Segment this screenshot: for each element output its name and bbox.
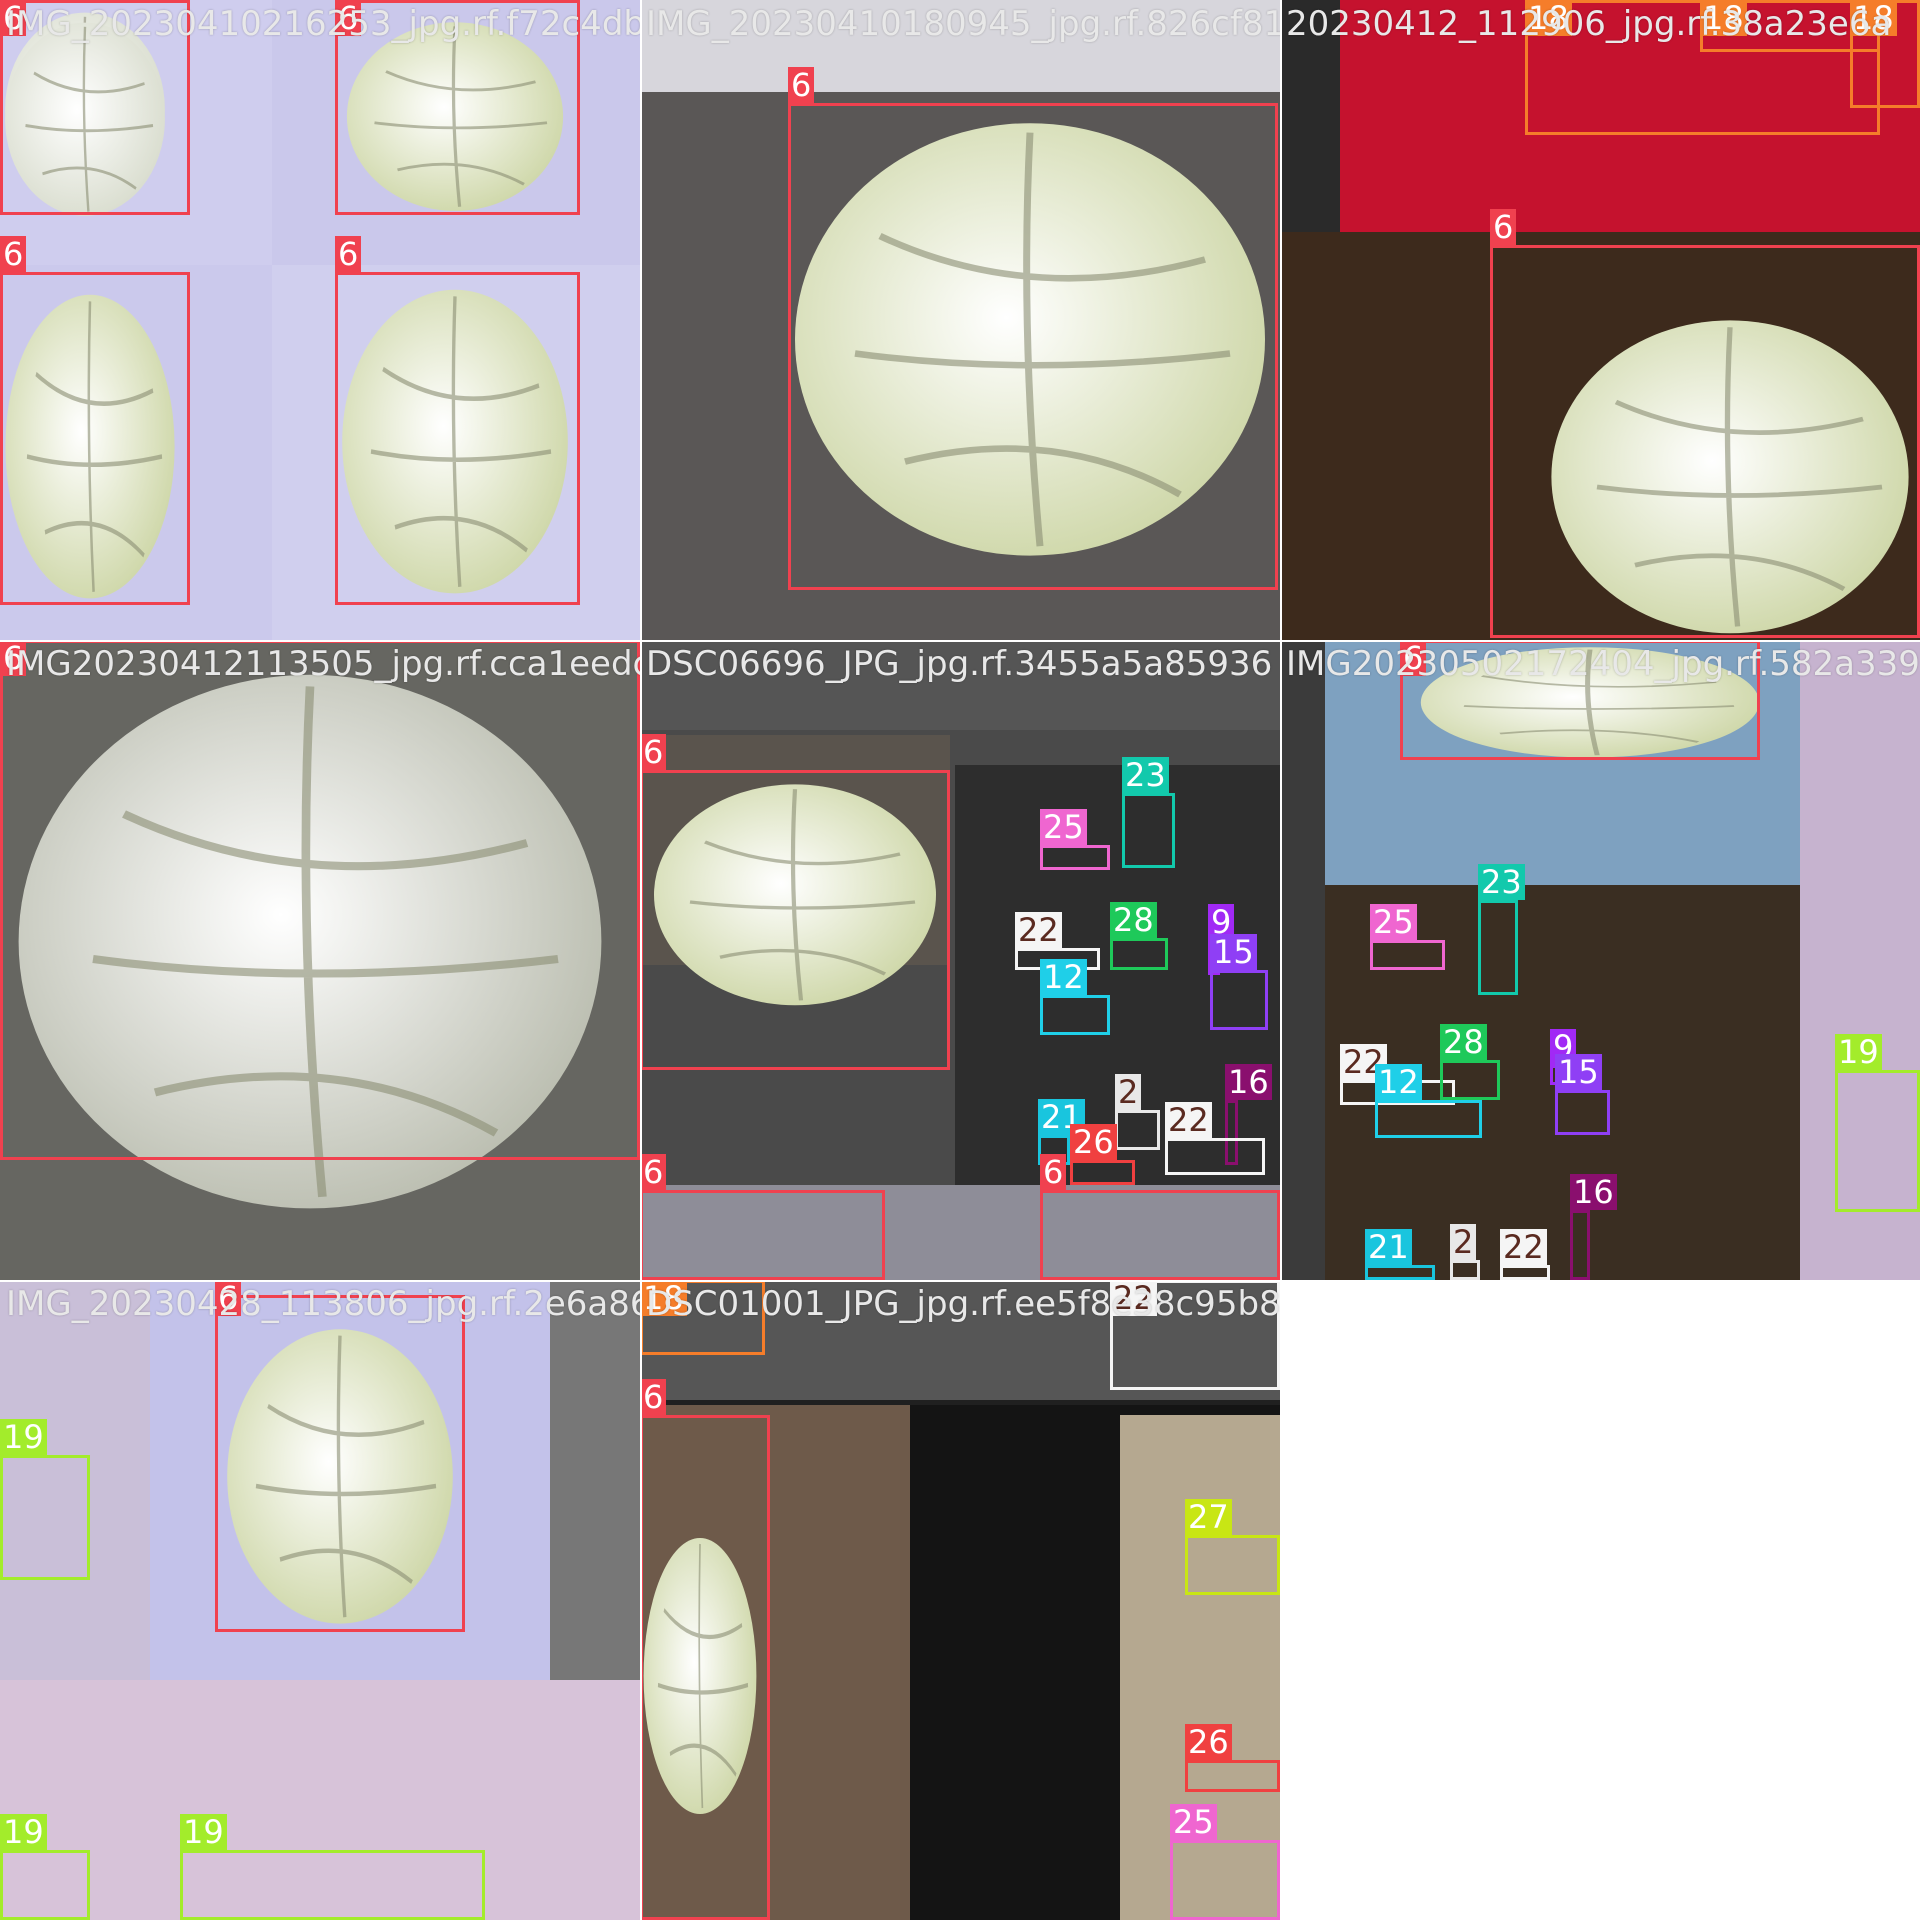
class-label: 22 [1500,1229,1547,1265]
bounding-box [1210,970,1268,1030]
class-label: 25 [1170,1804,1217,1840]
image-filename: IMG_20230428_113806_jpg.rf.2e6a86 [6,1284,640,1324]
bounding-box [1490,245,1920,638]
tile-2: 6 IMG_20230410180945_jpg.rf.826cf81e [640,0,1280,640]
bounding-box [0,640,640,1160]
class-label: 26 [1070,1124,1117,1160]
class-label: 19 [1835,1034,1882,1070]
class-label: 23 [1478,864,1525,900]
bounding-box [1185,1535,1280,1595]
tile-6: 6 23 25 22 28 9 15 12 16 21 2 22 19 IMG20230502172404… [1280,640,1920,1280]
tile-1: 6 6 6 6 IMG_20230410216253_jpg.rf.f72c4db [0,0,640,640]
class-label: 6 [335,236,362,272]
class-label: 21 [1365,1229,1412,1265]
bounding-box [335,272,580,605]
class-label: 23 [1122,757,1169,793]
class-label: 26 [1185,1724,1232,1760]
class-label: 6 [0,236,27,272]
class-label: 15 [1210,934,1257,970]
class-label: 15 [1555,1054,1602,1090]
class-label: 19 [0,1814,47,1850]
bounding-box [1450,1260,1480,1280]
bounding-box [640,770,950,1070]
bounding-box [1040,995,1110,1035]
mosaic-piece [550,1280,640,1680]
class-label: 2 [1450,1224,1477,1260]
bounding-box [640,1190,885,1280]
bounding-box [0,272,190,605]
tile-8: 1816226272625DSC01001_JPG_jpg.rf.ee5f8e3… [640,1280,1280,1920]
bounding-box [0,1850,90,1920]
tile-divider [640,1280,642,1920]
class-label: 25 [1040,809,1087,845]
bounding-box [1040,1190,1280,1280]
class-label: 6 [1490,209,1517,245]
bounding-box [1570,1210,1590,1280]
image-filename: IMG20230502172404_jpg.rf.582a339 [1286,644,1920,684]
class-label: 6 [1040,1154,1067,1190]
image-filename: IMG_20230410180945_jpg.rf.826cf81e [646,4,1280,44]
class-label: 16 [1225,1064,1272,1100]
tile-divider [0,640,1920,642]
class-label: 6 [788,67,815,103]
class-label: 16 [1570,1174,1617,1210]
bounding-box [1500,1265,1550,1280]
bounding-box [1115,1110,1160,1150]
tile-5: 6 23 25 22 28 9 15 12 16 21 2 22 26 6 6 DSC06696_JPG_jp… [640,640,1280,1280]
image-filename: IMG20230412113505_jpg.rf.cca1eedca56f6b [6,644,640,684]
bounding-box [180,1850,485,1920]
class-label: 22 [1015,912,1062,948]
image-filename: DSC06696_JPG_jpg.rf.3455a5a85936 [646,644,1273,684]
bounding-box [1122,793,1175,868]
bounding-box [1370,940,1445,970]
tile-3: 18 18 18 6 20230412_112906_jpg.rf.38a23e6a [1280,0,1920,640]
image-filename: IMG_20230410216253_jpg.rf.f72c4db [6,4,640,44]
class-label: 6 [640,1154,667,1190]
class-label: 28 [1440,1024,1487,1060]
bounding-box [1185,1760,1280,1792]
detection-mosaic: 6 6 6 6 IMG_20230410216253_jpg.rf.f72c4db 6I… [0,0,1920,1920]
class-label: 6 [640,1379,667,1415]
bounding-box [1365,1265,1435,1280]
bounding-box [1440,1060,1500,1100]
class-label: 19 [0,1419,47,1455]
class-label: 19 [180,1814,227,1850]
class-label: 28 [1110,902,1157,938]
bounding-box [1165,1138,1265,1175]
bounding-box [640,1415,770,1920]
class-label: 2 [1115,1074,1142,1110]
bounding-box [788,103,1278,590]
bounding-box [1110,938,1168,970]
bounding-box [215,1295,465,1632]
class-label: 12 [1040,959,1087,995]
bounding-box [1478,900,1518,995]
class-label: 25 [1370,904,1417,940]
bounding-box [0,1455,90,1580]
class-label: 22 [1165,1102,1212,1138]
tile-7: 6 19 19 19 IMG_20230428_113806_jpg.rf.2e6a86 [0,1280,640,1920]
tile-4: 6IMG20230412113505_jpg.rf.cca1eedca56f6b [0,640,640,1280]
class-label: 12 [1375,1064,1422,1100]
bounding-box [1835,1070,1920,1212]
image-filename: DSC01001_JPG_jpg.rf.ee5f8e38c95b859afd4 [646,1284,1280,1324]
class-label: 27 [1185,1499,1232,1535]
image-filename: 20230412_112906_jpg.rf.38a23e6a [1286,4,1892,44]
bounding-box [1040,845,1110,870]
bounding-box [1070,1160,1135,1185]
bounding-box [1170,1840,1280,1920]
class-label: 6 [640,734,667,770]
bounding-box [1375,1100,1482,1138]
bounding-box [1555,1090,1610,1135]
